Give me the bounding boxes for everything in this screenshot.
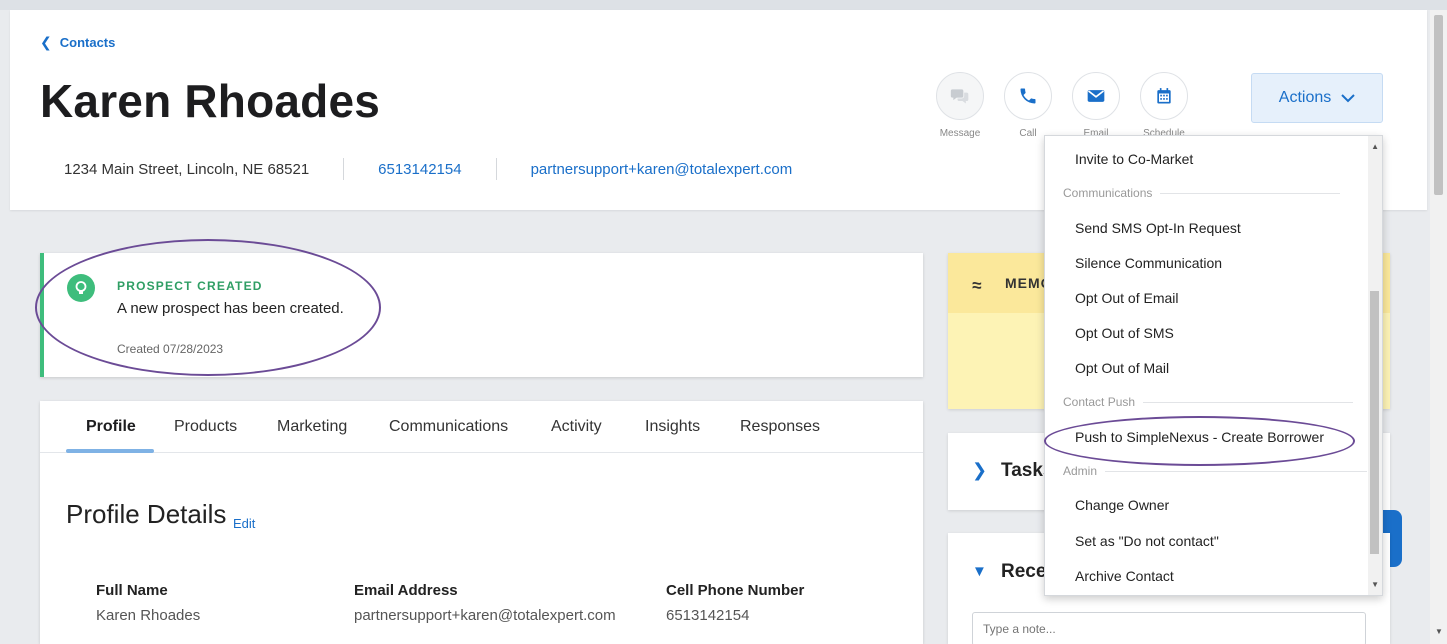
page-scroll-thumb[interactable] (1434, 15, 1443, 195)
tab-insights[interactable]: Insights (645, 418, 700, 436)
page-scrollbar[interactable]: ▼ (1430, 10, 1447, 644)
menu-item-silence-communication[interactable]: Silence Communication (1075, 255, 1222, 271)
menu-item-opt-out-email[interactable]: Opt Out of Email (1075, 290, 1178, 306)
message-icon (950, 89, 969, 104)
contact-name: Karen Rhoades (40, 75, 381, 127)
tab-bar: Profile Products Marketing Communication… (40, 401, 923, 453)
tab-marketing[interactable]: Marketing (277, 418, 347, 436)
field-label-cell-phone: Cell Phone Number (666, 582, 805, 599)
contact-meta: 1234 Main Street, Lincoln, NE 68521 6513… (64, 158, 792, 180)
menu-item-change-owner[interactable]: Change Owner (1075, 497, 1169, 513)
quick-actions: Message Call Email Schedule (935, 72, 1189, 139)
actions-menu-button[interactable]: Actions (1251, 73, 1383, 123)
chevron-down-icon (1341, 94, 1355, 103)
tab-activity[interactable]: Activity (551, 418, 602, 436)
menu-section-admin: Admin (1063, 464, 1368, 478)
scroll-down-icon[interactable]: ▼ (1371, 580, 1379, 589)
chevron-left-icon: ❮ (40, 34, 52, 50)
scroll-down-icon[interactable]: ▼ (1435, 627, 1443, 636)
annotation-circle (35, 239, 381, 376)
profile-details-title: Profile Details (66, 499, 227, 529)
annotation-circle (1044, 416, 1355, 466)
active-tab-indicator (66, 449, 154, 453)
menu-section-label: Contact Push (1063, 395, 1136, 409)
menu-item-do-not-contact[interactable]: Set as "Do not contact" (1075, 533, 1219, 549)
chevron-down-icon[interactable]: ▼ (972, 563, 987, 580)
tab-responses[interactable]: Responses (740, 418, 820, 436)
dropdown-scrollbar[interactable]: ▲ ▼ (1368, 136, 1382, 595)
contact-email-link[interactable]: partnersupport+karen@totalexpert.com (531, 161, 793, 178)
menu-section-communications: Communications (1063, 186, 1341, 200)
menu-item-opt-out-sms[interactable]: Opt Out of SMS (1075, 325, 1174, 341)
edit-profile-link[interactable]: Edit (233, 516, 255, 531)
field-value-cell-phone: 6513142154 (666, 607, 750, 624)
menu-section-label: Admin (1063, 464, 1098, 478)
field-value-full-name: Karen Rhoades (96, 607, 201, 624)
signature-icon: ≈ (972, 276, 982, 295)
tab-communications[interactable]: Communications (389, 418, 508, 436)
menu-section-contact-push: Contact Push (1063, 395, 1354, 409)
menu-section-label: Communications (1063, 186, 1153, 200)
phone-icon (1020, 88, 1036, 104)
chevron-right-icon: ❯ (972, 460, 988, 480)
envelope-icon (1087, 90, 1105, 102)
quick-action-label: Message (939, 128, 981, 139)
tab-profile[interactable]: Profile (86, 418, 136, 436)
menu-item-send-sms-optin[interactable]: Send SMS Opt-In Request (1075, 220, 1241, 236)
actions-dropdown-menu: Invite to Co-Market Communications Send … (1044, 135, 1383, 596)
back-to-contacts-link[interactable]: ❮ Contacts (40, 34, 115, 51)
back-link-label: Contacts (59, 35, 116, 50)
divider (343, 158, 345, 180)
dropdown-scroll-thumb[interactable] (1370, 291, 1379, 554)
scroll-up-icon[interactable]: ▲ (1371, 142, 1379, 151)
note-input[interactable] (972, 612, 1366, 644)
call-button[interactable]: Call (1003, 72, 1053, 139)
actions-label: Actions (1278, 89, 1332, 106)
contact-phone-link[interactable]: 6513142154 (378, 161, 461, 178)
menu-item-archive-contact[interactable]: Archive Contact (1075, 568, 1174, 584)
calendar-icon (1157, 88, 1171, 104)
schedule-button[interactable]: Schedule (1139, 72, 1189, 139)
field-label-email: Email Address (354, 582, 458, 599)
field-value-email: partnersupport+karen@totalexpert.com (354, 607, 616, 624)
menu-item-invite-co-market[interactable]: Invite to Co-Market (1075, 151, 1193, 167)
divider (495, 158, 497, 180)
message-button[interactable]: Message (935, 72, 985, 139)
menu-item-opt-out-mail[interactable]: Opt Out of Mail (1075, 360, 1169, 376)
tab-products[interactable]: Products (174, 418, 237, 436)
email-button[interactable]: Email (1071, 72, 1121, 139)
contact-address: 1234 Main Street, Lincoln, NE 68521 (64, 160, 310, 178)
profile-card: Profile Products Marketing Communication… (40, 401, 923, 644)
field-label-full-name: Full Name (96, 582, 168, 599)
quick-action-label: Call (1019, 128, 1037, 139)
